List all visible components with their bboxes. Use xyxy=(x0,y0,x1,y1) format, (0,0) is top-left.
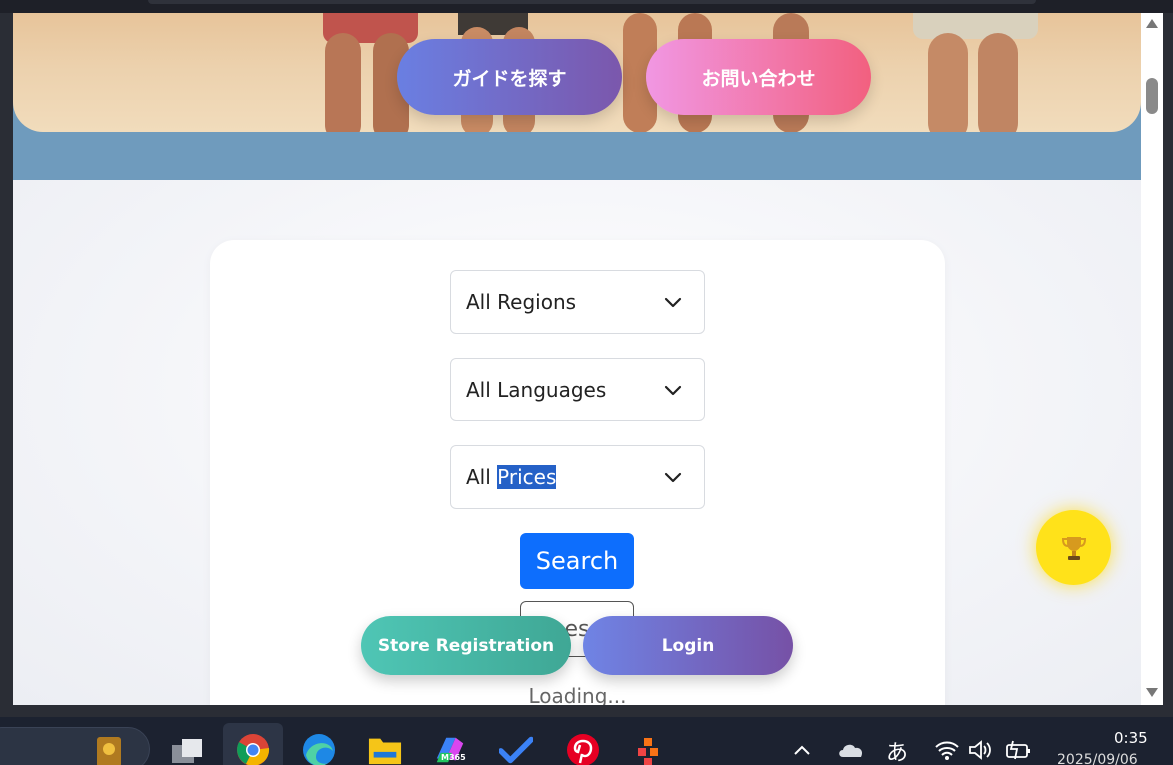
chevron-up-icon[interactable] xyxy=(793,744,811,756)
scroll-thumb[interactable] xyxy=(1146,78,1158,114)
m365-icon[interactable]: M365 xyxy=(433,733,467,765)
file-explorer-icon[interactable] xyxy=(368,733,402,765)
chrome-icon[interactable] xyxy=(236,733,270,765)
price-select[interactable]: All Prices xyxy=(450,445,705,509)
vertical-scrollbar[interactable] xyxy=(1141,13,1163,705)
chevron-down-icon xyxy=(664,472,682,483)
task-view-icon[interactable] xyxy=(170,733,204,765)
price-select-value-prefix: All xyxy=(466,465,491,489)
language-select-value: All Languages xyxy=(466,377,607,402)
ime-indicator[interactable]: あ xyxy=(886,735,908,765)
window-edge-right xyxy=(1163,13,1173,705)
store-registration-button[interactable]: Store Registration xyxy=(361,616,571,675)
contact-button[interactable]: お問い合わせ xyxy=(646,39,871,115)
onedrive-cloud-icon[interactable] xyxy=(837,741,865,759)
clock-time[interactable]: 0:35 xyxy=(1114,729,1148,747)
browser-tab-edge xyxy=(148,0,1036,4)
pinterest-icon[interactable] xyxy=(566,733,600,765)
battery-charging-icon[interactable] xyxy=(1005,739,1033,761)
clock-date[interactable]: 2025/09/06 xyxy=(1057,752,1138,765)
login-button[interactable]: Login xyxy=(583,616,793,675)
find-guide-button[interactable]: ガイドを探す xyxy=(397,39,622,115)
file-explorer-card-icon[interactable] xyxy=(92,733,126,765)
language-select[interactable]: All Languages xyxy=(450,358,705,421)
trophy-button[interactable] xyxy=(1036,510,1111,585)
chevron-down-icon xyxy=(664,385,682,396)
edge-icon[interactable] xyxy=(302,733,336,765)
browser-viewport: ガイドを探す お問い合わせ All Regions All Languages … xyxy=(13,13,1141,705)
m365-label: M365 xyxy=(441,753,466,762)
app-icon[interactable] xyxy=(632,733,666,765)
region-select-value: All Regions xyxy=(466,290,577,314)
window-edge-left xyxy=(0,13,13,705)
todo-icon[interactable] xyxy=(499,733,533,765)
loading-text: Loading... xyxy=(528,684,627,705)
wifi-icon[interactable] xyxy=(934,739,960,761)
scroll-up-arrow-icon[interactable] xyxy=(1145,17,1159,29)
taskbar: M365 あ 0:35 2025/09/06 xyxy=(0,717,1173,765)
window-edge-bottom xyxy=(0,705,1173,717)
taskbar-search-box[interactable] xyxy=(0,727,150,765)
search-button[interactable]: Search xyxy=(520,533,634,589)
trophy-icon xyxy=(1061,536,1086,560)
region-select[interactable]: All Regions xyxy=(450,270,705,334)
volume-icon[interactable] xyxy=(968,739,994,761)
chevron-down-icon xyxy=(664,297,682,308)
scroll-down-arrow-icon[interactable] xyxy=(1145,687,1159,699)
browser-top-strip xyxy=(0,0,1173,13)
search-card: All Regions All Languages All Prices Sea… xyxy=(210,240,945,705)
price-select-value-highlight: Prices xyxy=(497,465,557,489)
